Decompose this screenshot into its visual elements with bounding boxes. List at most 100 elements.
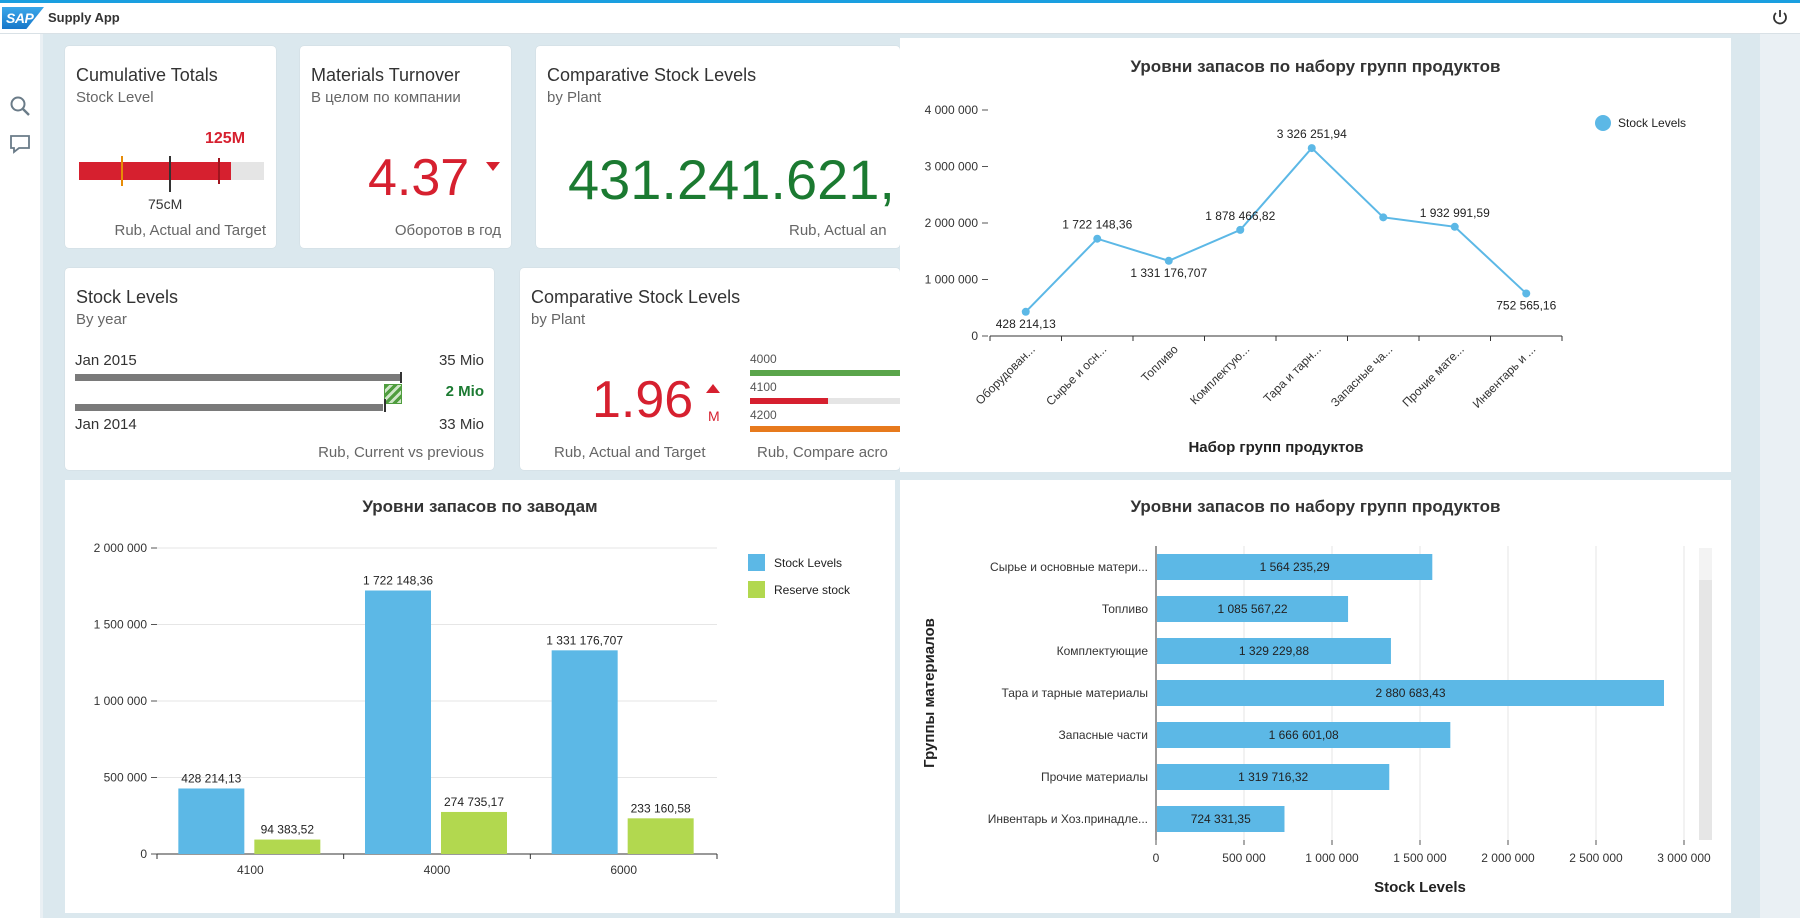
line-chart-card: Уровни запасов по набору групп продуктов…	[900, 38, 1731, 472]
data-point	[1379, 213, 1388, 222]
bar	[441, 811, 507, 854]
data-point	[1021, 307, 1030, 316]
tile-title: Comparative Stock Levels	[531, 287, 741, 307]
data-point	[1236, 225, 1245, 234]
materials-turnover-tile[interactable]: Materials Turnover В целом по компании 4…	[300, 46, 511, 248]
tile-footer-left: Rub, Actual and Target	[554, 444, 706, 461]
bar	[365, 590, 431, 854]
data-point	[1522, 289, 1531, 298]
bullet-threshold-marker	[121, 156, 123, 186]
data-label: 1 331 176,707	[546, 633, 623, 647]
comparative-stock-levels-tile-1[interactable]: Comparative Stock Levels by Plant 431.24…	[536, 46, 900, 248]
column-chart-card: Уровни запасов по заводам 0 500 000 1 000 …	[65, 480, 895, 913]
plant-4200-bar	[750, 426, 900, 432]
legend-marker	[748, 581, 765, 598]
bullet-actual-bar	[79, 162, 231, 180]
tile-title: Cumulative Totals	[76, 65, 218, 85]
bar	[178, 788, 245, 854]
x-axis-title: Stock Levels	[1374, 879, 1466, 896]
data-point	[1307, 144, 1316, 153]
bar	[254, 839, 321, 854]
delta-hatch	[384, 384, 402, 404]
y-tick-label: Запасные части	[1059, 728, 1148, 742]
data-point	[1164, 256, 1173, 265]
legend-marker	[1595, 115, 1611, 131]
data-label: 1 564 235,29	[1260, 560, 1330, 574]
y-tick-label: 2 000 000	[925, 216, 979, 230]
bullet-forecast-marker	[218, 158, 220, 184]
y-tick-label: Инвентарь и Хоз.принадле...	[988, 812, 1148, 826]
data-label: 1 666 601,08	[1269, 728, 1339, 742]
kpi-value: 431.241.621,	[568, 148, 895, 211]
sap-logo[interactable]: SAP	[2, 7, 44, 29]
power-icon[interactable]	[1770, 7, 1790, 27]
shell-bar: SAP Supply App	[0, 3, 1800, 34]
data-label: 752 565,16	[1496, 298, 1556, 312]
x-tick-label: Сырье и осн...	[1043, 342, 1109, 408]
x-tick-label: Прочие мате...	[1399, 342, 1466, 409]
actual-label: 75cM	[148, 196, 183, 212]
column-chart: 0 500 000 1 000 000 1 500 000 2 000 000 4100 4…	[94, 541, 851, 877]
trend-down-icon	[486, 162, 500, 171]
tile-footer: Rub, Actual an	[789, 222, 887, 239]
y-axis-title: Группы материалов	[921, 618, 938, 768]
y-tick-label: 0	[140, 847, 147, 861]
tile-title: Stock Levels	[76, 287, 179, 307]
data-label: 1 085 567,22	[1217, 602, 1287, 616]
tile-footer: Оборотов в год	[394, 222, 501, 239]
x-tick-label: 500 000	[1222, 851, 1266, 865]
data-label: 2 880 683,43	[1375, 686, 1445, 700]
tile-footer: Rub, Actual and Target	[114, 222, 267, 239]
tile-footer: Rub, Current vs previous	[318, 444, 484, 461]
data-point	[1093, 234, 1102, 243]
y-tick-label: 1 000 000	[94, 694, 148, 708]
y-tick-label: 500 000	[104, 771, 148, 785]
x-tick-label: 1 000 000	[1305, 851, 1359, 865]
left-rail	[0, 34, 40, 918]
horizontal-bar-chart: 0 500 000 1 000 000 1 500 000 2 000 000 2 500…	[921, 546, 1712, 896]
plant-4100-label: 4100	[750, 380, 777, 394]
row1-label: Jan 2015	[75, 352, 137, 369]
y-tick-label: 4 000 000	[925, 103, 979, 117]
data-label: 233 160,58	[631, 801, 691, 815]
y-tick-label: Комплектующие	[1057, 644, 1149, 658]
row1-bar-end	[400, 372, 402, 383]
x-tick-label: 6000	[610, 863, 637, 877]
row1-value: 35 Mio	[438, 352, 484, 369]
x-tick-label: Оборудован...	[973, 342, 1038, 407]
data-label: 274 735,17	[444, 795, 504, 809]
cumulative-totals-tile[interactable]: Cumulative Totals Stock Level 125M 75cM …	[65, 46, 276, 248]
app-title: Supply App	[48, 10, 120, 25]
x-axis-title: Набор групп продуктов	[1188, 439, 1363, 456]
scrollbar-track	[1699, 548, 1712, 840]
data-label: 1 329 229,88	[1239, 644, 1309, 658]
x-tick-label: Инвентарь и ...	[1470, 342, 1539, 411]
data-label: 428 214,13	[181, 771, 241, 785]
scrollbar-handle	[1699, 548, 1712, 580]
data-label: 1 932 991,59	[1420, 206, 1490, 220]
bar	[551, 650, 618, 854]
legend-label: Reserve stock	[774, 583, 851, 597]
y-tick-label: 3 000 000	[925, 160, 979, 174]
stock-levels-by-year-tile[interactable]: Stock Levels By year Jan 2015 35 Mio 2 M…	[65, 268, 494, 470]
tile-subtitle: Stock Level	[76, 89, 154, 106]
search-icon[interactable]	[8, 94, 32, 118]
x-tick-label: 2 000 000	[1481, 851, 1535, 865]
row2-value: 33 Mio	[438, 416, 484, 433]
y-tick-label: 0	[971, 329, 978, 343]
plant-4000-label: 4000	[750, 352, 777, 366]
x-tick-label: 2 500 000	[1569, 851, 1623, 865]
comparative-stock-levels-tile-2[interactable]: Comparative Stock Levels by Plant 1.96 M…	[520, 268, 900, 470]
data-label: 1 319 716,32	[1238, 770, 1308, 784]
x-tick-label: Тара и тарн...	[1261, 342, 1324, 405]
y-tick-label: Прочие материалы	[1041, 770, 1148, 784]
plant-4200-label: 4200	[750, 408, 777, 422]
feedback-icon[interactable]	[8, 132, 32, 156]
kpi-value: 4.37	[368, 149, 470, 207]
data-label: 1 722 148,36	[363, 574, 433, 588]
row2-label: Jan 2014	[75, 416, 137, 433]
tile-subtitle: В целом по компании	[311, 89, 461, 106]
data-label: 3 326 251,94	[1277, 127, 1347, 141]
y-tick-label: Топливо	[1102, 602, 1149, 616]
plant-4000-bar	[750, 370, 900, 376]
